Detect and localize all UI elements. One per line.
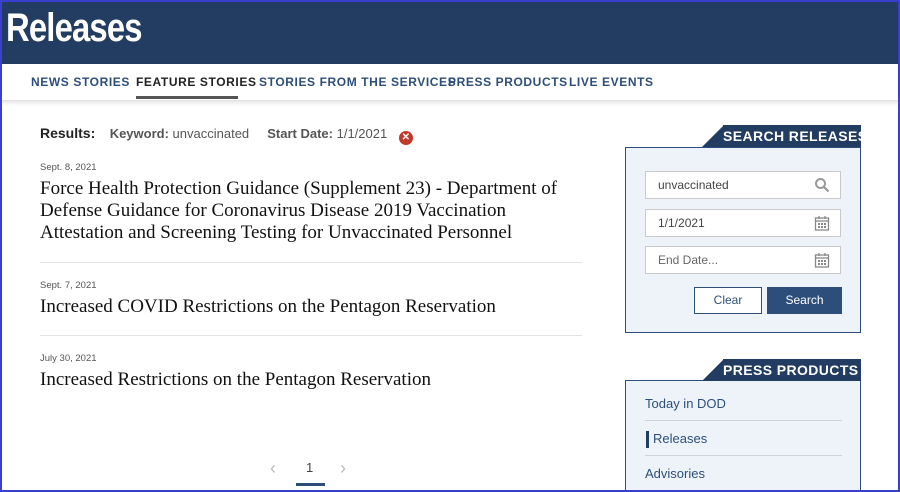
story-date: Sept. 7, 2021 [40,280,97,291]
nav-live-events[interactable]: LIVE EVENTS [569,75,654,89]
keyword-value: unvaccinated [172,126,250,141]
press-link-releases[interactable]: Releases [653,431,850,446]
results-label: Results: [40,125,96,141]
end-date-placeholder: End Date... [658,253,719,267]
start-date-label: Start Date: [267,126,333,141]
start-date-field-value: 1/1/2021 [658,216,705,230]
story-item: Sept. 7, 2021 Increased COVID Restrictio… [40,280,582,318]
press-divider [645,420,842,421]
story-item: July 30, 2021 Increased Restrictions on … [40,353,582,391]
active-press-indicator [646,431,649,448]
press-link-advisories[interactable]: Advisories [645,466,842,481]
story-item: Sept. 8, 2021 Force Health Protection Gu… [40,162,582,244]
page-number-current[interactable]: 1 [306,460,313,475]
press-link-today-in-dod[interactable]: Today in DOD [645,396,842,411]
story-title-link[interactable]: Increased Restrictions on the Pentagon R… [40,369,582,391]
chevron-right-icon[interactable]: › [340,458,346,479]
results-summary: Results: Keyword: unvaccinated Start Dat… [40,125,413,145]
calendar-icon[interactable] [814,252,830,268]
chevron-left-icon[interactable]: ‹ [270,458,276,479]
story-date: July 30, 2021 [40,353,97,364]
section-nav: NEWS STORIES FEATURE STORIES STORIES FRO… [0,64,900,100]
end-date-input[interactable]: End Date... [645,246,841,274]
nav-news-stories[interactable]: NEWS STORIES [31,75,130,89]
search-panel-tab-notch [702,125,724,147]
story-title-link[interactable]: Force Health Protection Guidance (Supple… [40,178,582,244]
press-panel-tab-notch [702,359,724,381]
story-divider [40,262,582,263]
clear-button[interactable]: Clear [694,287,762,314]
story-date: Sept. 8, 2021 [40,162,97,173]
start-date-value: 1/1/2021 [336,126,388,141]
keyword-search-input[interactable]: unvaccinated [645,171,841,199]
calendar-icon[interactable] [814,215,830,231]
nav-feature-stories[interactable]: FEATURE STORIES [136,75,257,89]
search-button[interactable]: Search [767,287,842,314]
story-title-link[interactable]: Increased COVID Restrictions on the Pent… [40,296,582,318]
search-panel-title: SEARCH RELEASES [723,125,867,147]
page-title: Releases [6,6,143,50]
keyword-search-value: unvaccinated [658,178,729,192]
search-icon [815,178,830,193]
nav-stories-from-services[interactable]: STORIES FROM THE SERVICES [259,75,456,89]
page-banner: Releases [0,0,900,64]
story-divider [40,335,582,336]
press-divider [645,455,842,456]
nav-press-products[interactable]: PRESS PRODUCTS [448,75,568,89]
keyword-label: Keyword: [109,126,169,141]
start-date-input[interactable]: 1/1/2021 [645,209,841,237]
x-circle-icon[interactable]: ✕ [398,131,413,145]
current-page-indicator [296,483,325,486]
active-nav-indicator [136,96,238,99]
press-panel-title: PRESS PRODUCTS [723,359,861,381]
